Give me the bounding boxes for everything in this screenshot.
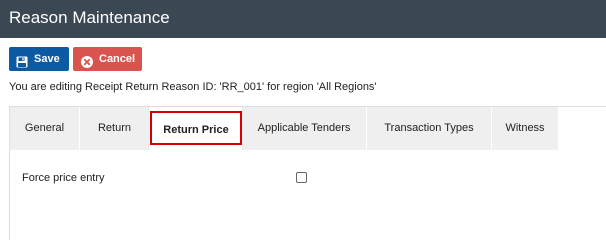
- tab-return-price[interactable]: Return Price: [150, 111, 242, 145]
- x-circle-icon: [81, 53, 93, 68]
- cancel-button[interactable]: Cancel: [73, 47, 142, 71]
- page-title: Reason Maintenance: [9, 8, 170, 27]
- tab-return[interactable]: Return: [80, 107, 150, 150]
- save-button[interactable]: Save: [9, 47, 69, 71]
- tab-applicable-tenders[interactable]: Applicable Tenders: [242, 107, 367, 150]
- app-header: Reason Maintenance: [0, 0, 606, 38]
- tab-content-panel: [9, 150, 606, 240]
- cancel-button-label: Cancel: [99, 53, 136, 65]
- editing-info-text: You are editing Receipt Return Reason ID…: [9, 81, 377, 93]
- save-button-label: Save: [34, 53, 60, 65]
- tab-bar: General Return Return Price Applicable T…: [9, 106, 606, 150]
- floppy-disk-icon: [16, 53, 28, 68]
- force-price-entry-checkbox[interactable]: [296, 172, 307, 183]
- tab-transaction-types[interactable]: Transaction Types: [367, 107, 492, 150]
- tab-general[interactable]: General: [10, 107, 80, 150]
- tab-witness[interactable]: Witness: [492, 107, 559, 150]
- force-price-entry-label: Force price entry: [22, 172, 105, 184]
